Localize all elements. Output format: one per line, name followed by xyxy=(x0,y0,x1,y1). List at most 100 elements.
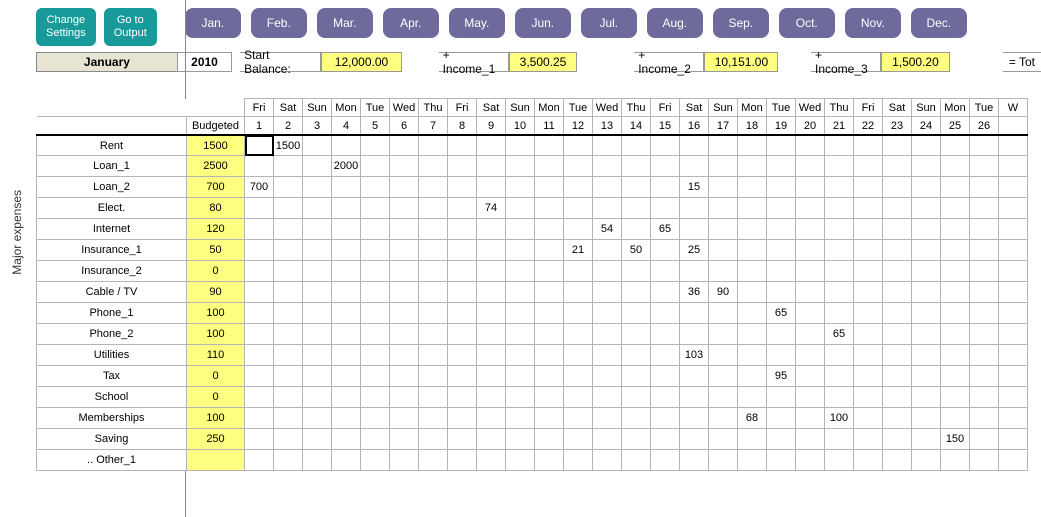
day-cell[interactable] xyxy=(883,135,912,156)
day-cell[interactable] xyxy=(274,177,303,198)
budget-cell[interactable]: 50 xyxy=(187,240,245,261)
day-cell[interactable] xyxy=(419,429,448,450)
day-cell[interactable] xyxy=(738,429,767,450)
day-cell[interactable] xyxy=(709,303,738,324)
day-cell[interactable] xyxy=(303,261,332,282)
day-cell[interactable] xyxy=(274,345,303,366)
day-cell[interactable] xyxy=(361,429,390,450)
day-cell[interactable] xyxy=(796,177,825,198)
day-cell[interactable] xyxy=(622,324,651,345)
income1-value[interactable]: 3,500.25 xyxy=(509,52,577,72)
day-cell[interactable] xyxy=(680,135,709,156)
day-cell[interactable] xyxy=(767,177,796,198)
day-cell[interactable] xyxy=(999,261,1028,282)
day-cell[interactable] xyxy=(970,324,999,345)
day-cell[interactable] xyxy=(332,261,361,282)
day-cell[interactable] xyxy=(825,345,854,366)
day-cell[interactable] xyxy=(854,261,883,282)
day-cell[interactable] xyxy=(970,135,999,156)
day-cell[interactable] xyxy=(970,429,999,450)
day-cell[interactable] xyxy=(506,324,535,345)
day-cell[interactable] xyxy=(390,282,419,303)
month-tab-jun[interactable]: Jun. xyxy=(515,8,571,38)
day-cell[interactable] xyxy=(274,450,303,471)
day-cell[interactable] xyxy=(999,135,1028,156)
day-cell[interactable] xyxy=(390,345,419,366)
day-cell[interactable] xyxy=(999,156,1028,177)
budget-cell[interactable]: 0 xyxy=(187,387,245,408)
day-cell[interactable] xyxy=(506,219,535,240)
day-cell[interactable] xyxy=(622,261,651,282)
day-cell[interactable] xyxy=(448,156,477,177)
day-cell[interactable] xyxy=(825,429,854,450)
day-cell[interactable]: 100 xyxy=(825,408,854,429)
day-cell[interactable] xyxy=(506,429,535,450)
day-cell[interactable] xyxy=(477,240,506,261)
day-cell[interactable] xyxy=(941,177,970,198)
day-cell[interactable] xyxy=(419,135,448,156)
day-cell[interactable] xyxy=(941,135,970,156)
day-cell[interactable] xyxy=(970,345,999,366)
day-cell[interactable] xyxy=(651,408,680,429)
day-cell[interactable] xyxy=(883,219,912,240)
day-cell[interactable] xyxy=(970,387,999,408)
day-cell[interactable] xyxy=(796,261,825,282)
month-tab-nov[interactable]: Nov. xyxy=(845,8,901,38)
day-cell[interactable]: 1500 xyxy=(274,135,303,156)
day-cell[interactable] xyxy=(390,429,419,450)
day-cell[interactable] xyxy=(622,366,651,387)
day-cell[interactable] xyxy=(506,450,535,471)
day-cell[interactable] xyxy=(593,324,622,345)
day-cell[interactable] xyxy=(738,135,767,156)
day-cell[interactable] xyxy=(651,345,680,366)
day-cell[interactable] xyxy=(593,303,622,324)
day-cell[interactable] xyxy=(245,303,274,324)
day-cell[interactable] xyxy=(709,219,738,240)
month-tab-aug[interactable]: Aug. xyxy=(647,8,703,38)
day-cell[interactable]: 54 xyxy=(593,219,622,240)
day-cell[interactable] xyxy=(564,135,593,156)
start-balance-value[interactable]: 12,000.00 xyxy=(321,52,403,72)
day-cell[interactable] xyxy=(883,366,912,387)
day-cell[interactable] xyxy=(448,303,477,324)
day-cell[interactable] xyxy=(361,156,390,177)
budget-cell[interactable]: 80 xyxy=(187,198,245,219)
day-cell[interactable] xyxy=(883,387,912,408)
day-cell[interactable] xyxy=(477,177,506,198)
day-cell[interactable] xyxy=(564,450,593,471)
day-cell[interactable] xyxy=(825,303,854,324)
day-cell[interactable] xyxy=(970,282,999,303)
day-cell[interactable] xyxy=(448,345,477,366)
day-cell[interactable] xyxy=(361,408,390,429)
day-cell[interactable] xyxy=(970,198,999,219)
day-cell[interactable] xyxy=(506,198,535,219)
day-cell[interactable] xyxy=(854,240,883,261)
day-cell[interactable] xyxy=(883,324,912,345)
day-cell[interactable] xyxy=(564,219,593,240)
month-tab-dec[interactable]: Dec. xyxy=(911,8,967,38)
day-cell[interactable] xyxy=(245,408,274,429)
day-cell[interactable]: 65 xyxy=(651,219,680,240)
day-cell[interactable] xyxy=(361,345,390,366)
day-cell[interactable] xyxy=(912,450,941,471)
day-cell[interactable] xyxy=(419,345,448,366)
day-cell[interactable] xyxy=(448,198,477,219)
day-cell[interactable] xyxy=(332,198,361,219)
day-cell[interactable] xyxy=(506,177,535,198)
day-cell[interactable] xyxy=(593,240,622,261)
day-cell[interactable] xyxy=(535,387,564,408)
day-cell[interactable] xyxy=(274,219,303,240)
day-cell[interactable] xyxy=(622,408,651,429)
day-cell[interactable] xyxy=(245,198,274,219)
month-tab-apr[interactable]: Apr. xyxy=(383,8,439,38)
budget-cell[interactable]: 1500 xyxy=(187,135,245,156)
day-cell[interactable] xyxy=(448,135,477,156)
day-cell[interactable] xyxy=(999,408,1028,429)
day-cell[interactable] xyxy=(274,387,303,408)
day-cell[interactable] xyxy=(941,408,970,429)
day-cell[interactable] xyxy=(709,450,738,471)
day-cell[interactable] xyxy=(564,303,593,324)
day-cell[interactable] xyxy=(854,156,883,177)
day-cell[interactable] xyxy=(332,303,361,324)
day-cell[interactable] xyxy=(303,408,332,429)
